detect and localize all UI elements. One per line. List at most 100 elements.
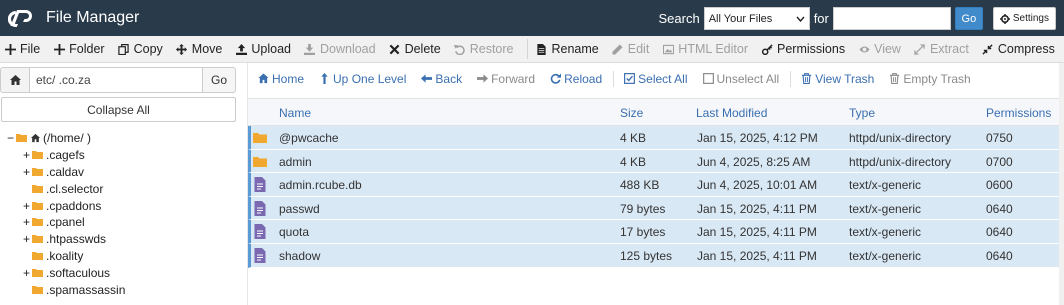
toolbar-folder-button[interactable]: Folder <box>49 42 113 56</box>
nav-select-all-button[interactable]: Select All <box>614 72 692 86</box>
toolbar-permissions-button[interactable]: Permissions <box>757 42 854 56</box>
column-header-name[interactable]: Name <box>279 106 311 120</box>
tree-root[interactable]: − (/home/ ) <box>6 130 242 147</box>
cell-name: admin <box>279 154 312 169</box>
table-row[interactable]: passwd 79 bytes Jan 15, 2025, 4:11 PM text/… <box>248 196 1059 221</box>
tree-item[interactable]: .spamassassin <box>6 281 242 298</box>
path-input[interactable]: etc/ .co.za <box>30 67 203 93</box>
toolbar-delete-button[interactable]: Delete <box>385 42 450 56</box>
toolbar-label: Rename <box>551 42 599 56</box>
table-row[interactable]: quota 17 bytes Jan 15, 2025, 4:11 PM text/x… <box>248 220 1059 244</box>
cell-name: admin.rcube.db <box>279 178 362 193</box>
search-scope-select[interactable]: All Your Files <box>703 7 810 30</box>
gear-icon <box>999 13 1010 24</box>
toolbar-label: View <box>874 42 901 56</box>
expand-toggle-icon[interactable]: + <box>22 199 31 213</box>
tree-item-label: .caldav <box>46 164 85 179</box>
scrollbar[interactable] <box>1059 63 1064 305</box>
toolbar-extract-button[interactable]: Extract <box>910 42 978 56</box>
table-row[interactable]: admin.rcube.db 488 KB Jun 4, 2025, 10:01 A… <box>248 173 1059 197</box>
nav-forward-button[interactable]: Forward <box>467 72 540 86</box>
tree-item[interactable]: .koality <box>6 248 242 265</box>
nav-back-button[interactable]: Back <box>411 72 467 86</box>
download-icon <box>304 43 316 55</box>
toolbar-upload-button[interactable]: Upload <box>231 42 300 56</box>
nav-view-trash-button[interactable]: View Trash <box>791 72 879 86</box>
toolbar-file-button[interactable]: File <box>0 42 49 56</box>
toolbar-html-editor-button[interactable]: HTML Editor <box>658 42 757 56</box>
tree-item[interactable]: + .cagefs <box>6 147 242 164</box>
column-header-permissions[interactable]: Permissions <box>986 106 1051 120</box>
toolbar-compress-button[interactable]: Compress <box>978 42 1064 56</box>
image-edit-icon <box>662 44 674 54</box>
toolbar-label: HTML Editor <box>678 42 748 56</box>
expand-toggle-icon[interactable]: + <box>22 215 31 229</box>
tree-item-label: .cpaddons <box>46 198 102 213</box>
cell-name: quota <box>279 225 310 240</box>
tree-item[interactable]: + .cpanel <box>6 214 242 231</box>
cell-name: passwd <box>279 201 320 216</box>
tree-item[interactable]: + .softaculous <box>6 264 242 281</box>
nav-empty-trash-button[interactable]: Empty Trash <box>879 72 975 86</box>
expand-toggle-icon[interactable]: + <box>22 165 31 179</box>
column-header-size[interactable]: Size <box>620 106 643 120</box>
plus-icon <box>4 43 16 55</box>
collapse-toggle-icon[interactable]: − <box>6 131 15 145</box>
toolbar-label: Compress <box>997 42 1055 56</box>
column-header-last-modified[interactable]: Last Modified <box>696 106 767 120</box>
folder-icon <box>32 184 43 193</box>
toolbar-copy-button[interactable]: Copy <box>114 42 172 56</box>
cell-type: text/x-generic <box>849 225 922 240</box>
nav-label: View Trash <box>815 71 875 86</box>
folder-icon <box>32 201 43 210</box>
cell-type: text/x-generic <box>849 201 922 216</box>
cpanel-logo[interactable]: File Manager <box>8 7 139 29</box>
nav-up-one-level-button[interactable]: Up One Level <box>309 72 411 86</box>
column-header-type[interactable]: Type <box>849 106 875 120</box>
search-input[interactable] <box>832 7 951 30</box>
path-home-button[interactable] <box>0 67 30 93</box>
expand-toggle-icon[interactable]: + <box>22 148 31 162</box>
check-square-icon <box>624 73 636 84</box>
table-row[interactable]: shadow 125 bytes Jan 15, 2025, 4:11 PM text… <box>248 244 1059 268</box>
cell-size: 79 bytes <box>620 201 666 216</box>
toolbar-label: Copy <box>133 42 163 56</box>
tree-item[interactable]: + .caldav <box>6 164 242 181</box>
file-table-header: Name Size Last Modified Type Permissions <box>248 98 1059 126</box>
expand-toggle-icon[interactable]: + <box>22 266 31 280</box>
path-go-button[interactable]: Go <box>203 67 236 93</box>
search-area: Search All Your Files for Go Settings <box>658 7 1056 30</box>
tree-item[interactable]: + .cpaddons <box>6 197 242 214</box>
nav-unselect-all-button[interactable]: Unselect All <box>693 72 785 86</box>
toolbar-edit-button[interactable]: Edit <box>608 42 659 56</box>
tree-item[interactable]: + .htpasswds <box>6 231 242 248</box>
settings-label: Settings <box>1012 13 1049 24</box>
for-label: for <box>813 11 829 26</box>
nav-label: Unselect All <box>716 71 780 86</box>
cell-permissions: 0700 <box>986 154 1013 169</box>
toolbar-restore-button[interactable]: Restore <box>450 42 523 56</box>
toolbar-download-button[interactable]: Download <box>300 42 385 56</box>
table-row[interactable]: @pwcache 4 KB Jan 15, 2025, 4:12 PM httpd/u… <box>248 126 1059 150</box>
file-text-icon <box>254 248 266 263</box>
toolbar-label: Delete <box>404 42 441 56</box>
nav-label: Reload <box>564 71 603 86</box>
settings-button[interactable]: Settings <box>992 7 1056 30</box>
home-icon <box>258 73 269 84</box>
nav-reload-button[interactable]: Reload <box>540 72 607 86</box>
times-icon <box>389 44 400 54</box>
table-row[interactable]: admin 4 KB Jun 4, 2025, 8:25 AM httpd/unix-… <box>248 149 1059 174</box>
collapse-all-button[interactable]: Collapse All <box>1 97 236 122</box>
cell-permissions: 0640 <box>986 249 1013 263</box>
move-icon <box>176 43 188 55</box>
nav-home-button[interactable]: Home <box>248 72 309 86</box>
toolbar-move-button[interactable]: Move <box>172 42 232 56</box>
expand-toggle-icon[interactable]: + <box>22 232 31 246</box>
tree-item[interactable]: .cl.selector <box>6 180 242 197</box>
toolbar-view-button[interactable]: View <box>854 42 910 56</box>
cell-modified: Jun 4, 2025, 10:01 AM <box>697 178 818 193</box>
folder-icon <box>32 218 43 227</box>
cell-size: 488 KB <box>620 178 660 193</box>
search-go-button[interactable]: Go <box>954 7 983 30</box>
toolbar-rename-button[interactable]: Rename <box>532 42 608 56</box>
